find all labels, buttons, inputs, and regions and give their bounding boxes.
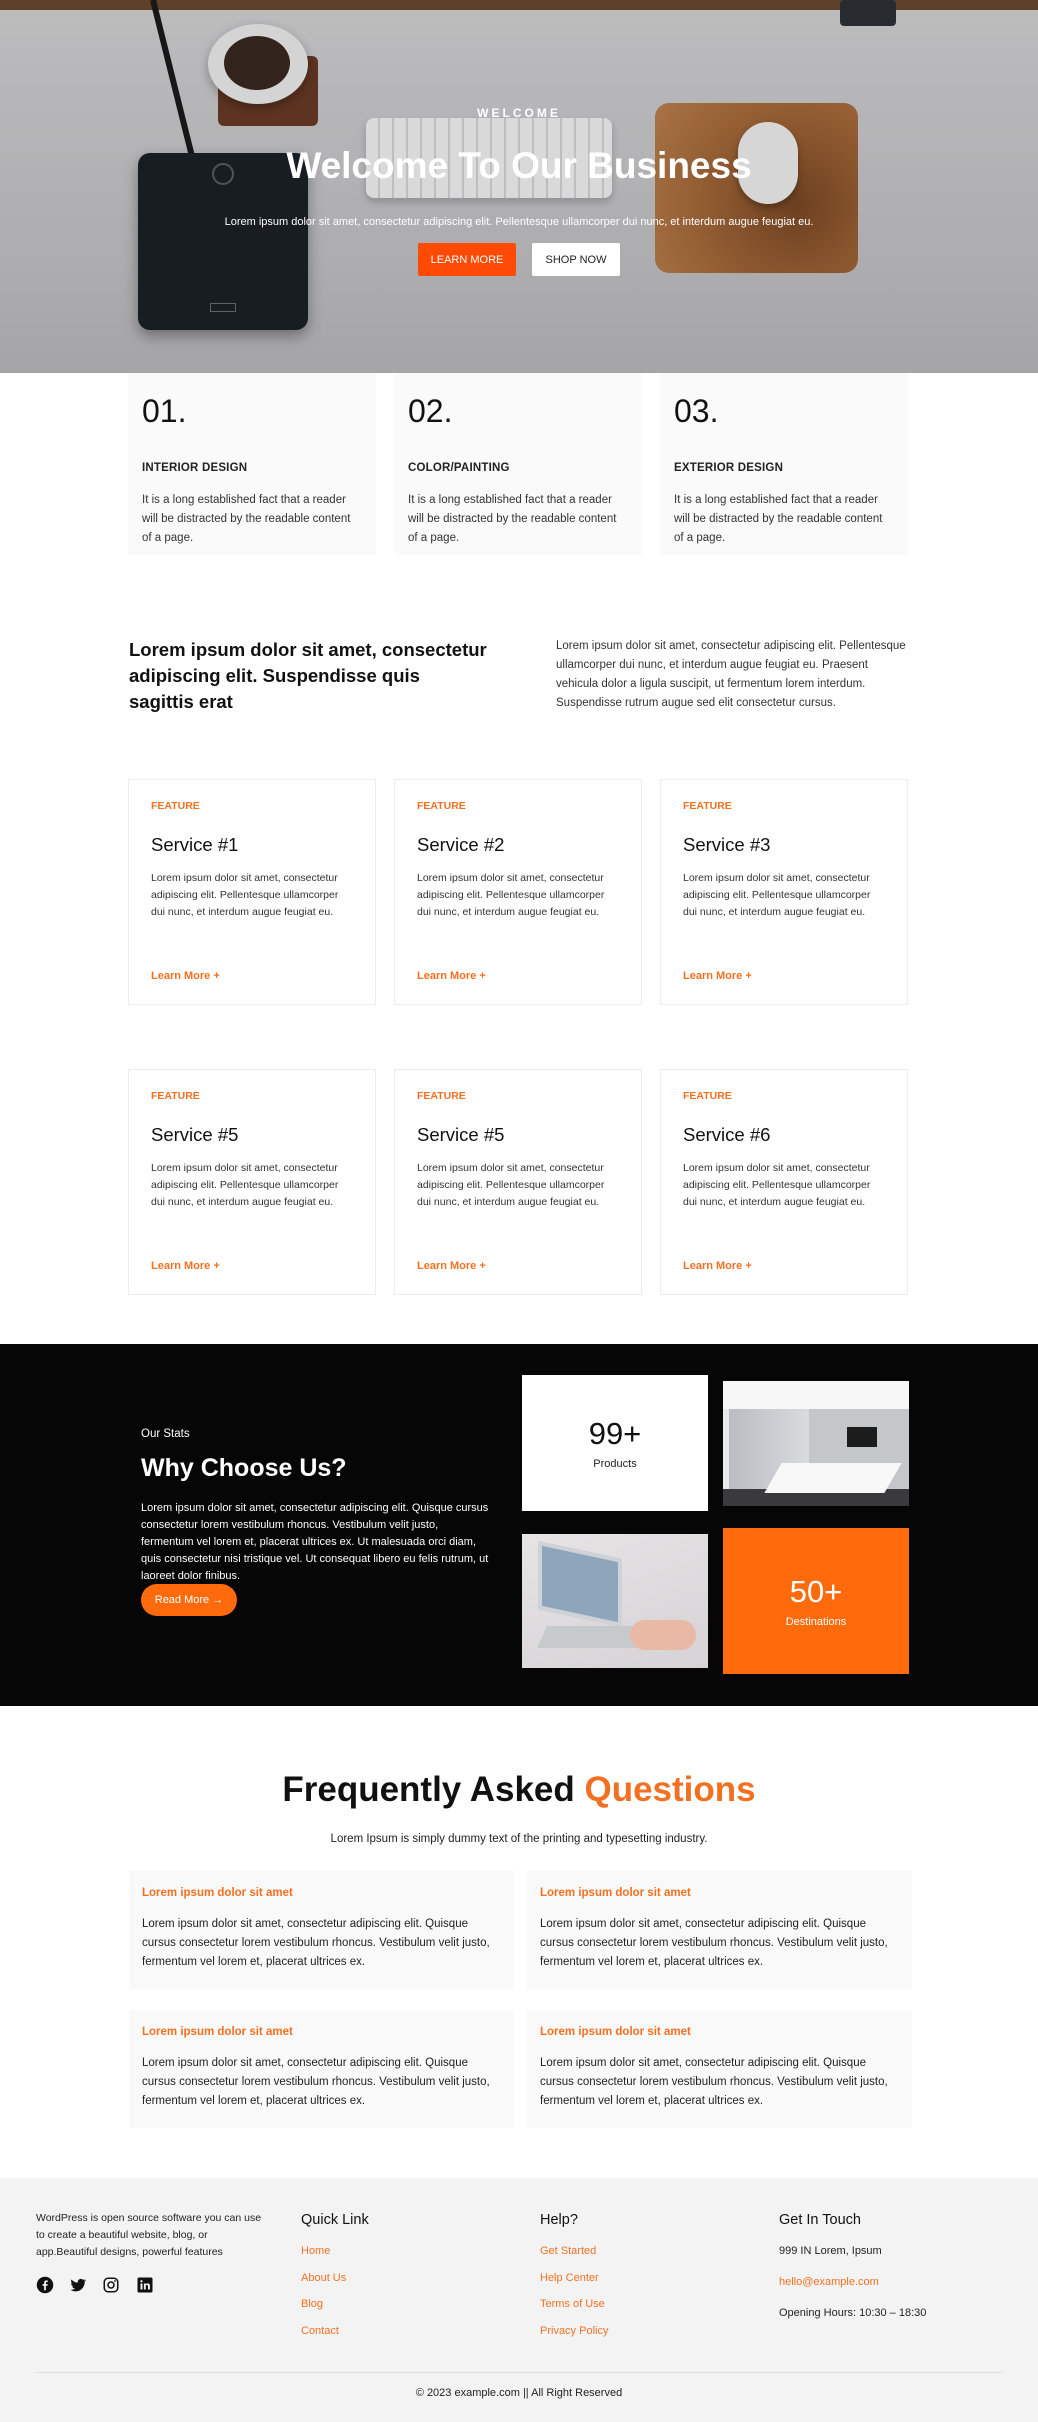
feature-card: 03. EXTERIOR DESIGN It is a long establi… — [660, 373, 908, 555]
service-tag: FEATURE — [683, 1090, 732, 1102]
feature-description: It is a long established fact that a rea… — [142, 494, 351, 544]
stats-eyebrow: Our Stats — [141, 1428, 190, 1440]
intro-heading: Lorem ipsum dolor sit amet, consectetur … — [129, 639, 487, 712]
service-learn-more-link[interactable]: Learn More + — [151, 970, 220, 982]
destinations-value: 50+ — [789, 1574, 843, 1609]
feature-number: 02. — [408, 393, 453, 429]
help-heading: Help? — [540, 2212, 578, 2228]
hero-section: WELCOME Welcome To Our Business Lorem ip… — [0, 0, 1038, 373]
footer-address: 999 IN Lorem, Ipsum — [779, 2245, 882, 2257]
footer-link-get-started[interactable]: Get Started — [540, 2245, 596, 2257]
destinations-stat: 50+ Destinations — [723, 1528, 909, 1674]
faq-item[interactable]: Lorem ipsum dolor sit amet Lorem ipsum d… — [527, 1871, 912, 1989]
products-value: 99+ — [588, 1416, 642, 1451]
faq-subtitle: Lorem Ipsum is simply dummy text of the … — [330, 1833, 708, 1845]
service-tag: FEATURE — [417, 800, 466, 812]
footer-about: WordPress is open source software you ca… — [36, 2212, 262, 2258]
footer-link-contact[interactable]: Contact — [301, 2325, 339, 2337]
service-name: Service #5 — [417, 1124, 505, 1145]
destinations-label: Destinations — [785, 1616, 847, 1628]
service-text: Lorem ipsum dolor sit amet, consectetur … — [683, 1162, 871, 1208]
service-text: Lorem ipsum dolor sit amet, consectetur … — [151, 1162, 339, 1208]
service-tag: FEATURE — [151, 1090, 200, 1102]
feature-description: It is a long established fact that a rea… — [674, 494, 883, 544]
service-learn-more-link[interactable]: Learn More + — [683, 1260, 752, 1272]
feature-card: 02. COLOR/PAINTING It is a long establis… — [394, 373, 642, 555]
faq-question[interactable]: Lorem ipsum dolor sit amet — [142, 2026, 501, 2038]
office-image — [723, 1381, 909, 1506]
service-learn-more-link[interactable]: Learn More + — [151, 1260, 220, 1272]
feature-number: 01. — [142, 393, 187, 429]
service-name: Service #6 — [683, 1124, 771, 1145]
footer-link-help-center[interactable]: Help Center — [540, 2272, 599, 2284]
instagram-icon[interactable] — [102, 2276, 120, 2294]
faq-question[interactable]: Lorem ipsum dolor sit amet — [142, 1887, 501, 1899]
service-card: FEATURE Service #3 Lorem ipsum dolor sit… — [660, 779, 908, 1005]
shop-now-button[interactable]: SHOP NOW — [532, 243, 620, 276]
linkedin-icon[interactable] — [136, 2276, 154, 2294]
service-card: FEATURE Service #1 Lorem ipsum dolor sit… — [128, 779, 376, 1005]
facebook-icon[interactable] — [36, 2276, 54, 2294]
service-text: Lorem ipsum dolor sit amet, consectetur … — [417, 1162, 605, 1208]
stats-text: Lorem ipsum dolor sit amet, consectetur … — [141, 1502, 489, 1582]
intro-text: Lorem ipsum dolor sit amet, consectetur … — [556, 640, 906, 709]
footer-link-privacy-policy[interactable]: Privacy Policy — [540, 2325, 608, 2337]
quick-link-heading: Quick Link — [301, 2212, 369, 2228]
copyright-text: © 2023 example.com || All Right Reserved — [415, 2387, 623, 2399]
faq-answer: Lorem ipsum dolor sit amet, consectetur … — [540, 2057, 888, 2107]
faq-title: Frequently Asked Questions — [0, 1770, 1038, 1810]
faq-title-highlight: Questions — [584, 1770, 756, 1809]
service-name: Service #2 — [417, 834, 505, 855]
service-text: Lorem ipsum dolor sit amet, consectetur … — [683, 872, 871, 918]
footer-link-terms-of-use[interactable]: Terms of Use — [540, 2298, 605, 2310]
feature-description: It is a long established fact that a rea… — [408, 494, 617, 544]
service-name: Service #1 — [151, 834, 239, 855]
service-tag: FEATURE — [151, 800, 200, 812]
service-learn-more-link[interactable]: Learn More + — [417, 970, 486, 982]
footer-link-home[interactable]: Home — [301, 2245, 330, 2257]
products-label: Products — [593, 1458, 637, 1470]
footer-opening-hours: Opening Hours: 10:30 – 18:30 — [779, 2307, 927, 2319]
service-name: Service #5 — [151, 1124, 239, 1145]
hero-title: Welcome To Our Business — [286, 145, 752, 186]
faq-title-main: Frequently Asked — [282, 1770, 585, 1809]
service-text: Lorem ipsum dolor sit amet, consectetur … — [417, 872, 605, 918]
footer-link-about-us[interactable]: About Us — [301, 2272, 346, 2284]
feature-title: COLOR/PAINTING — [408, 462, 510, 474]
feature-title: INTERIOR DESIGN — [142, 462, 248, 474]
service-card: FEATURE Service #5 Lorem ipsum dolor sit… — [394, 1069, 642, 1295]
learn-more-button[interactable]: LEARN MORE — [418, 243, 516, 276]
hero-subtitle: Lorem ipsum dolor sit amet, consectetur … — [224, 216, 814, 228]
service-learn-more-link[interactable]: Learn More + — [417, 1260, 486, 1272]
feature-number: 03. — [674, 393, 719, 429]
faq-answer: Lorem ipsum dolor sit amet, consectetur … — [142, 2057, 490, 2107]
faq-item[interactable]: Lorem ipsum dolor sit amet Lorem ipsum d… — [129, 1871, 514, 1989]
products-stat: 99+ Products — [522, 1375, 708, 1511]
faq-item[interactable]: Lorem ipsum dolor sit amet Lorem ipsum d… — [527, 2010, 912, 2128]
service-learn-more-link[interactable]: Learn More + — [683, 970, 752, 982]
twitter-icon[interactable] — [69, 2276, 87, 2294]
service-tag: FEATURE — [417, 1090, 466, 1102]
faq-question[interactable]: Lorem ipsum dolor sit amet — [540, 2026, 899, 2038]
faq-item[interactable]: Lorem ipsum dolor sit amet Lorem ipsum d… — [129, 2010, 514, 2128]
faq-answer: Lorem ipsum dolor sit amet, consectetur … — [540, 1918, 888, 1968]
service-text: Lorem ipsum dolor sit amet, consectetur … — [151, 872, 339, 918]
get-in-touch-heading: Get In Touch — [779, 2212, 861, 2228]
service-card: FEATURE Service #6 Lorem ipsum dolor sit… — [660, 1069, 908, 1295]
read-more-button[interactable]: Read More → — [141, 1584, 237, 1616]
feature-title: EXTERIOR DESIGN — [674, 462, 784, 474]
stats-title: Why Choose Us? — [141, 1454, 347, 1482]
laptop-image — [522, 1534, 708, 1668]
feature-card: 01. INTERIOR DESIGN It is a long establi… — [128, 373, 376, 555]
footer-email-link[interactable]: hello@example.com — [779, 2276, 879, 2288]
service-tag: FEATURE — [683, 800, 732, 812]
footer-divider — [36, 2372, 1002, 2373]
hero-eyebrow: WELCOME — [477, 106, 561, 120]
faq-question[interactable]: Lorem ipsum dolor sit amet — [540, 1887, 899, 1899]
service-card: FEATURE Service #5 Lorem ipsum dolor sit… — [128, 1069, 376, 1295]
service-card: FEATURE Service #2 Lorem ipsum dolor sit… — [394, 779, 642, 1005]
footer-link-blog[interactable]: Blog — [301, 2298, 323, 2310]
service-name: Service #3 — [683, 834, 771, 855]
faq-answer: Lorem ipsum dolor sit amet, consectetur … — [142, 1918, 490, 1968]
